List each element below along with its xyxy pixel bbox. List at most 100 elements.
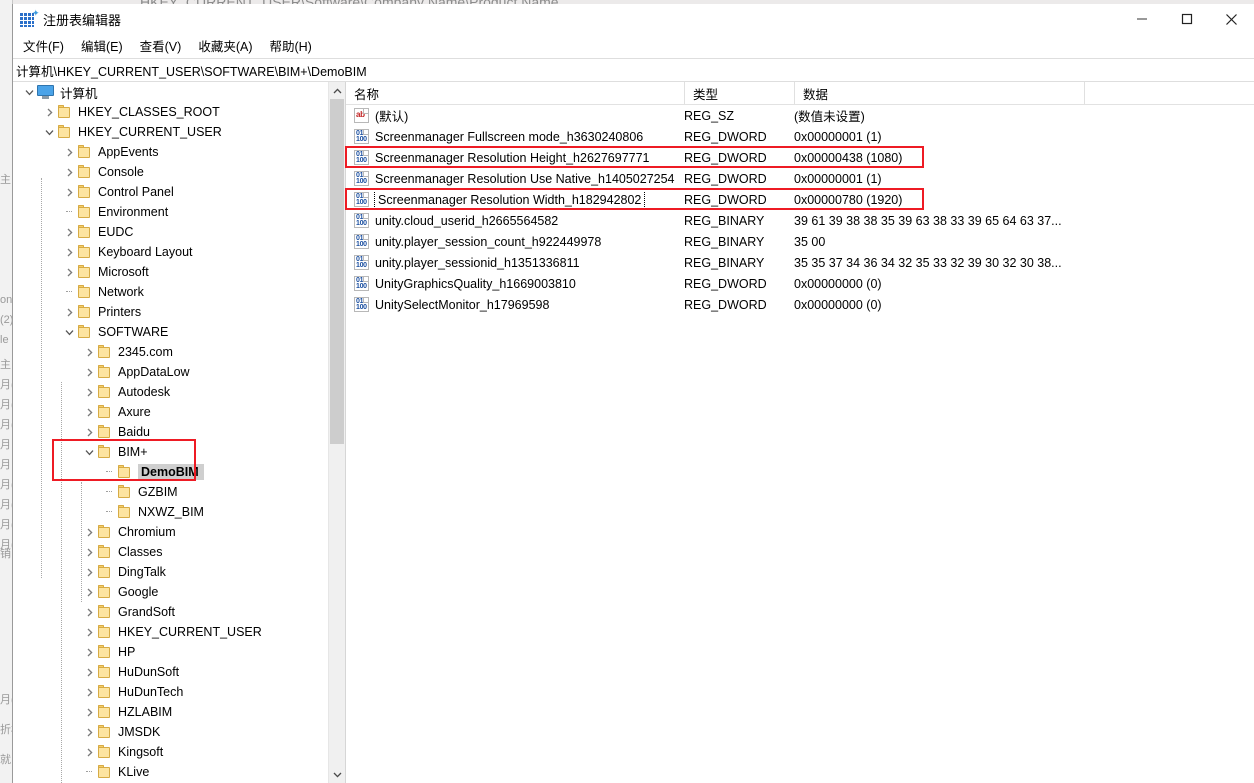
- menu-file[interactable]: 文件(F): [23, 34, 73, 57]
- tree-item-jmsdk[interactable]: JMSDK: [13, 722, 329, 742]
- tree-item-microsoft[interactable]: Microsoft: [13, 262, 329, 282]
- registry-value-row[interactable]: ab (默认) REG_SZ (数值未设置): [346, 105, 1254, 126]
- chevron-right-icon[interactable]: [81, 642, 97, 662]
- chevron-right-icon[interactable]: [61, 222, 77, 242]
- chevron-right-icon[interactable]: [81, 742, 97, 762]
- chevron-right-icon[interactable]: [81, 562, 97, 582]
- tree-item-keyboard-layout[interactable]: Keyboard Layout: [13, 242, 329, 262]
- tree-item-baidu[interactable]: Baidu: [13, 422, 329, 442]
- tree-item-kingsoft[interactable]: Kingsoft: [13, 742, 329, 762]
- tree-item-appdatalow[interactable]: AppDataLow: [13, 362, 329, 382]
- tree-item-gzbim[interactable]: GZBIM: [13, 482, 329, 502]
- tree-scrollbar[interactable]: [328, 82, 345, 783]
- chevron-right-icon[interactable]: [81, 542, 97, 562]
- chevron-right-icon[interactable]: [61, 262, 77, 282]
- tree-item-klive[interactable]: KLive: [13, 762, 329, 782]
- value-name-label: Screenmanager Resolution Use Native_h140…: [375, 171, 675, 186]
- tree-item-label: Google: [118, 585, 159, 599]
- value-name-cell: 011 100 UnityGraphicsQuality_h1669003810: [346, 276, 684, 291]
- tree-item-network[interactable]: Network: [13, 282, 329, 302]
- tree-item-hudunsoft[interactable]: HuDunSoft: [13, 662, 329, 682]
- chevron-down-icon[interactable]: [81, 442, 97, 462]
- tree-item-huduntech[interactable]: HuDunTech: [13, 682, 329, 702]
- registry-value-row[interactable]: 011 100 unity.player_sessionid_h1351336811…: [346, 252, 1254, 273]
- tree-item-bim[interactable]: BIM+: [13, 442, 329, 462]
- tree-scrollbar-thumb[interactable]: [330, 99, 344, 444]
- tree-item-[interactable]: 计算机: [13, 82, 329, 102]
- tree-item-axure[interactable]: Axure: [13, 402, 329, 422]
- chevron-right-icon[interactable]: [81, 362, 97, 382]
- tree-item-hkey-current-user[interactable]: HKEY_CURRENT_USER: [13, 122, 329, 142]
- chevron-right-icon[interactable]: [81, 342, 97, 362]
- chevron-right-icon[interactable]: [81, 682, 97, 702]
- tree-item-printers[interactable]: Printers: [13, 302, 329, 322]
- tree-item-hkey-current-user[interactable]: HKEY_CURRENT_USER: [13, 622, 329, 642]
- tree-item-software[interactable]: SOFTWARE: [13, 322, 329, 342]
- chevron-right-icon[interactable]: [81, 722, 97, 742]
- chevron-right-icon[interactable]: [61, 162, 77, 182]
- tree-item-appevents[interactable]: AppEvents: [13, 142, 329, 162]
- registry-value-row[interactable]: 011 100 UnitySelectMonitor_h17969598 REG_DW…: [346, 294, 1254, 315]
- chevron-right-icon[interactable]: [81, 522, 97, 542]
- registry-value-row[interactable]: 011 100 Screenmanager Resolution Height_h2…: [346, 147, 1254, 168]
- registry-value-row[interactable]: 011 100 Screenmanager Resolution Use Nativ…: [346, 168, 1254, 189]
- menu-help[interactable]: 帮助(H): [269, 34, 320, 57]
- tree-item-hzlabim[interactable]: HZLABIM: [13, 702, 329, 722]
- tree-item-grandsoft[interactable]: GrandSoft: [13, 602, 329, 622]
- chevron-right-icon[interactable]: [81, 662, 97, 682]
- chevron-right-icon[interactable]: [81, 582, 97, 602]
- tree-item-demobim[interactable]: DemoBIM: [13, 462, 329, 482]
- chevron-right-icon[interactable]: [61, 302, 77, 322]
- tree-item-hp[interactable]: HP: [13, 642, 329, 662]
- menu-edit[interactable]: 编辑(E): [81, 34, 132, 57]
- tree-scroll-down-button[interactable]: [329, 766, 345, 783]
- value-name-label: Screenmanager Fullscreen mode_h363024080…: [375, 129, 644, 144]
- tree-item-2345-com[interactable]: 2345.com: [13, 342, 329, 362]
- tree-item-classes[interactable]: Classes: [13, 542, 329, 562]
- registry-value-row[interactable]: 011 100 unity.player_session_count_h922449…: [346, 231, 1254, 252]
- tree-item-autodesk[interactable]: Autodesk: [13, 382, 329, 402]
- chevron-right-icon[interactable]: [81, 422, 97, 442]
- chevron-right-icon[interactable]: [81, 622, 97, 642]
- menu-view[interactable]: 查看(V): [140, 34, 191, 57]
- close-button[interactable]: [1209, 4, 1254, 34]
- chevron-right-icon[interactable]: [61, 182, 77, 202]
- tree-item-hkey-classes-root[interactable]: HKEY_CLASSES_ROOT: [13, 102, 329, 122]
- chevron-down-icon[interactable]: [21, 82, 37, 102]
- tree-item-label: HKEY_CURRENT_USER: [118, 625, 262, 639]
- chevron-right-icon[interactable]: [81, 702, 97, 722]
- folder-icon: [97, 685, 113, 699]
- column-header-type[interactable]: 类型: [684, 82, 794, 104]
- chevron-right-icon[interactable]: [81, 602, 97, 622]
- registry-tree[interactable]: 计算机 HKEY_CLASSES_ROOT HKEY_CURRENT_USER App…: [13, 82, 329, 783]
- tree-item-dingtalk[interactable]: DingTalk: [13, 562, 329, 582]
- tree-scroll-up-button[interactable]: [329, 82, 345, 99]
- tree-item-google[interactable]: Google: [13, 582, 329, 602]
- registry-value-row[interactable]: 011 100 Screenmanager Resolution Width_h18…: [346, 189, 1254, 210]
- registry-value-row[interactable]: 011 100 Screenmanager Fullscreen mode_h363…: [346, 126, 1254, 147]
- chevron-down-icon[interactable]: [61, 322, 77, 342]
- chevron-right-icon[interactable]: [81, 402, 97, 422]
- tree-item-console[interactable]: Console: [13, 162, 329, 182]
- value-type-cell: REG_DWORD: [684, 192, 767, 207]
- registry-values-list[interactable]: ab (默认) REG_SZ (数值未设置) 011 100 Screenmanager F…: [346, 105, 1254, 315]
- chevron-right-icon[interactable]: [61, 142, 77, 162]
- chevron-down-icon[interactable]: [41, 122, 57, 142]
- minimize-button[interactable]: [1119, 4, 1164, 34]
- address-bar[interactable]: 计算机\HKEY_CURRENT_USER\SOFTWARE\BIM+\Demo…: [13, 58, 1254, 82]
- tree-item-nxwz-bim[interactable]: NXWZ_BIM: [13, 502, 329, 522]
- folder-icon: [97, 545, 113, 559]
- column-header-data[interactable]: 数据: [794, 82, 1084, 104]
- tree-item-eudc[interactable]: EUDC: [13, 222, 329, 242]
- chevron-right-icon[interactable]: [81, 382, 97, 402]
- column-header-name[interactable]: 名称: [346, 82, 684, 104]
- maximize-button[interactable]: [1164, 4, 1209, 34]
- registry-value-row[interactable]: 011 100 unity.cloud_userid_h2665564582 REG_…: [346, 210, 1254, 231]
- menu-favorites[interactable]: 收藏夹(A): [198, 34, 261, 57]
- tree-item-control-panel[interactable]: Control Panel: [13, 182, 329, 202]
- chevron-right-icon[interactable]: [41, 102, 57, 122]
- chevron-right-icon[interactable]: [61, 242, 77, 262]
- registry-value-row[interactable]: 011 100 UnityGraphicsQuality_h1669003810 RE…: [346, 273, 1254, 294]
- tree-item-chromium[interactable]: Chromium: [13, 522, 329, 542]
- tree-item-environment[interactable]: Environment: [13, 202, 329, 222]
